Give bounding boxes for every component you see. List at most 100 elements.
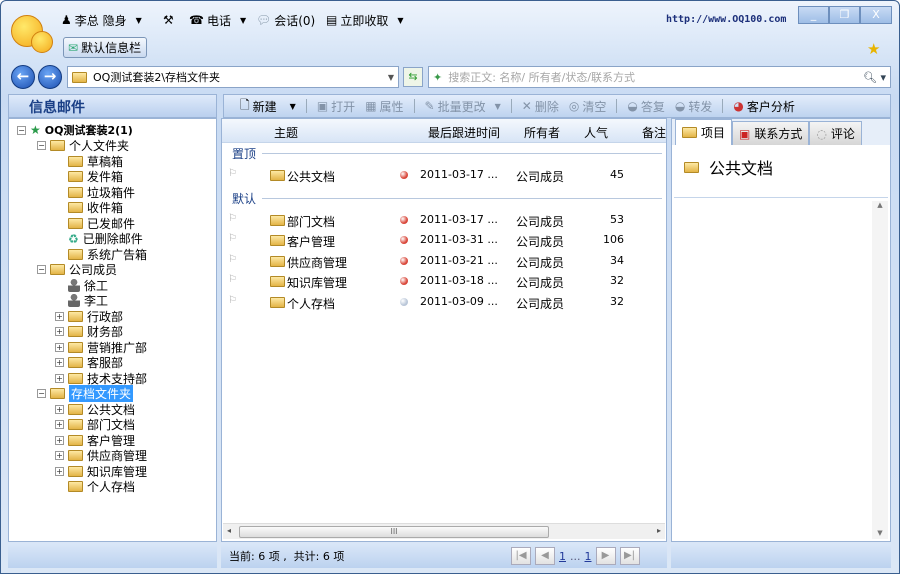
scrollbar-thumb[interactable]: III <box>239 526 549 538</box>
tools-button[interactable]: ⚒ <box>163 11 174 29</box>
tab-project[interactable]: 项目 <box>675 119 733 145</box>
tree-item[interactable]: − 个人文件夹 <box>37 138 129 154</box>
column-subject[interactable]: 主题 <box>274 124 298 141</box>
tree-item[interactable]: 已发邮件 <box>55 215 135 231</box>
flag-icon[interactable]: ⚐ <box>228 295 237 306</box>
flag-icon[interactable]: ⚐ <box>228 168 237 179</box>
tree-item[interactable]: 徐工 <box>55 277 108 293</box>
tree-item[interactable]: 草稿箱 <box>55 153 123 169</box>
forward-button[interactable]: → <box>38 65 62 89</box>
column-last-time[interactable]: 最后跟进时间 <box>428 124 500 141</box>
tree-item[interactable]: 系统广告箱 <box>55 246 147 262</box>
column-owner[interactable]: 所有者 <box>524 124 560 141</box>
table-row[interactable]: ⚐ 部门文档 2011-03-17 ... 公司成员 53 <box>222 210 666 230</box>
expand-icon[interactable]: + <box>55 404 64 414</box>
tree-item[interactable]: + 客户管理 <box>55 432 135 448</box>
scroll-up-icon[interactable]: ▲ <box>872 201 888 209</box>
expand-icon[interactable]: + <box>55 342 64 352</box>
tree-item[interactable]: 垃圾箱件 <box>55 184 135 200</box>
expand-icon[interactable]: + <box>55 420 64 429</box>
default-info-bar-button[interactable]: ✉ 默认信息栏 <box>63 37 147 58</box>
tree-item[interactable]: + 供应商管理 <box>55 448 147 464</box>
chat-button[interactable]: 💬︎ 会话(0) <box>256 11 315 29</box>
reply-button[interactable]: ◒ 答复 <box>627 98 665 115</box>
folder-tree[interactable]: − ★ OQ测试套装2(1) − 个人文件夹 草稿箱 发件箱 垃圾箱件 收件箱 已发邮件 ♻ 已删除邮… <box>8 118 217 542</box>
clear-button[interactable]: ◎ 清空 <box>569 98 607 115</box>
column-note[interactable]: 备注 <box>642 124 666 141</box>
scroll-left-icon[interactable]: ◂ <box>227 526 231 535</box>
tree-item[interactable]: + 客服部 <box>55 355 123 371</box>
website-link[interactable]: http://www.OQ100.com <box>666 14 786 25</box>
table-row[interactable]: ⚐ 公共文档 2011-03-17 ... 公司成员 45 <box>222 165 666 185</box>
tab-contact[interactable]: ▣ 联系方式 <box>732 121 810 145</box>
tree-item[interactable]: + 财务部 <box>55 324 123 340</box>
vertical-scrollbar[interactable]: ▲ ▼ <box>872 201 888 539</box>
column-popularity[interactable]: 人气 <box>584 124 608 141</box>
last-page-button[interactable]: ▶| <box>619 547 640 565</box>
horizontal-scrollbar[interactable]: ◂ III ▸ <box>223 523 665 539</box>
flag-icon[interactable]: ⚐ <box>228 233 237 244</box>
first-page-button[interactable]: |◀ <box>511 547 531 565</box>
flag-icon[interactable]: ⚐ <box>228 274 237 285</box>
tree-item[interactable]: − 公司成员 <box>37 262 117 278</box>
delete-button[interactable]: ✕ 删除 <box>522 98 559 115</box>
scroll-right-icon[interactable]: ▸ <box>657 526 661 535</box>
phone-menu[interactable]: ☎ 电话 ▼ <box>189 11 246 29</box>
properties-button[interactable]: ▦ 属性 <box>365 98 403 115</box>
minimize-button[interactable]: _ <box>798 6 829 24</box>
favorite-star-icon[interactable]: ★ <box>867 40 880 58</box>
back-button[interactable]: ← <box>11 65 35 89</box>
close-button[interactable]: X <box>860 6 892 24</box>
collapse-icon[interactable]: − <box>37 265 46 274</box>
expand-icon[interactable]: + <box>55 435 64 445</box>
tab-comments[interactable]: ◌ 评论 <box>809 121 862 145</box>
table-row[interactable]: ⚐ 供应商管理 2011-03-21 ... 公司成员 34 <box>222 251 666 271</box>
expand-icon[interactable]: + <box>55 373 64 383</box>
tree-item[interactable]: 李工 <box>55 293 108 309</box>
tree-item[interactable]: + 营销推广部 <box>55 339 147 355</box>
search-box[interactable]: ✦ 搜索正文: 名称/ 所有者/状态/联系方式 🔍︎ ▾ <box>428 66 891 88</box>
tree-item[interactable]: + 行政部 <box>55 308 123 324</box>
table-row[interactable]: ⚐ 客户管理 2011-03-31 ... 公司成员 106 <box>222 230 666 250</box>
chevron-down-icon: ▼ <box>494 101 501 111</box>
open-button[interactable]: ▣ 打开 <box>317 98 355 115</box>
user-status-menu[interactable]: ♟ 李总 隐身 ▼ <box>61 11 142 29</box>
customer-analysis-button[interactable]: ◕ 客户分析 <box>733 98 795 115</box>
receive-now-menu[interactable]: ▤ 立即收取 ▼ <box>326 11 404 29</box>
new-button[interactable]: 🗋︎ 新建 ▼ <box>240 96 296 117</box>
scroll-down-icon[interactable]: ▼ <box>872 529 888 537</box>
table-row[interactable]: ⚐ 知识库管理 2011-03-18 ... 公司成员 32 <box>222 271 666 291</box>
tree-item[interactable]: 收件箱 <box>55 200 123 216</box>
expand-icon[interactable]: + <box>55 451 64 460</box>
expand-icon[interactable]: + <box>55 327 64 336</box>
tree-item[interactable]: + 部门文档 <box>55 417 135 433</box>
table-row[interactable]: ⚐ 个人存档 2011-03-09 ... 公司成员 32 <box>222 292 666 312</box>
search-icon[interactable]: 🔍︎ ▾ <box>863 71 886 84</box>
tree-item[interactable]: 发件箱 <box>55 169 123 185</box>
flag-icon[interactable]: ⚐ <box>228 213 237 224</box>
collapse-icon[interactable]: − <box>17 125 26 135</box>
next-page-button[interactable]: ▶ <box>595 547 616 565</box>
tree-item[interactable]: ♻ 已删除邮件 <box>55 231 143 247</box>
tree-item[interactable]: + 公共文档 <box>55 401 135 417</box>
tree-item[interactable]: + 知识库管理 <box>55 463 147 479</box>
expand-icon[interactable]: + <box>55 358 64 367</box>
page-link-last[interactable]: 1 <box>585 550 592 563</box>
tree-item[interactable]: + 技术支持部 <box>55 370 147 386</box>
restore-button[interactable]: ❐ <box>829 6 860 24</box>
expand-icon[interactable]: + <box>55 466 64 476</box>
address-combo[interactable]: OQ测试套装2\存档文件夹 ▼ <box>67 66 399 88</box>
batch-change-button[interactable]: ✎ 批量更改 ▼ <box>425 98 501 115</box>
tree-item[interactable]: − ★ OQ测试套装2(1) <box>17 122 133 138</box>
refresh-button[interactable]: ⇆ <box>403 67 423 87</box>
page-link-current[interactable]: 1 <box>559 550 566 563</box>
tree-item[interactable]: − 存档文件夹 <box>37 385 134 402</box>
flag-icon[interactable]: ⚐ <box>228 254 237 265</box>
collapse-icon[interactable]: − <box>37 389 46 398</box>
prev-page-button[interactable]: ◀ <box>535 547 555 565</box>
tree-item[interactable]: 个人存档 <box>55 479 135 495</box>
chevron-down-icon[interactable]: ▼ <box>388 73 394 82</box>
collapse-icon[interactable]: − <box>37 141 46 150</box>
forward-mail-button[interactable]: ◒ 转发 <box>675 98 713 115</box>
expand-icon[interactable]: + <box>55 311 64 321</box>
